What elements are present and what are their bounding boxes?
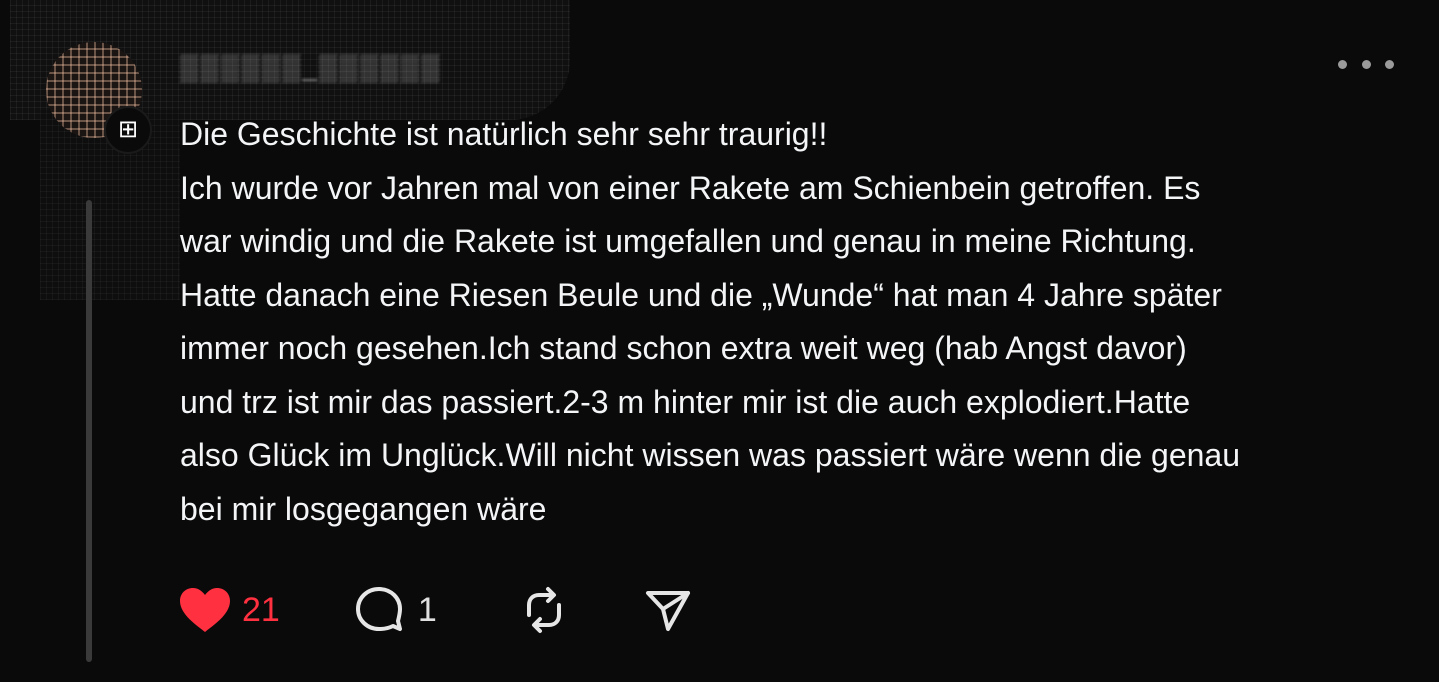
reply-button[interactable]: 1 bbox=[354, 585, 437, 635]
repost-button[interactable] bbox=[519, 585, 569, 635]
follow-plus-icon[interactable]: ⊞ bbox=[104, 106, 152, 154]
reply-count: 1 bbox=[417, 590, 437, 629]
comment-bubble-icon bbox=[354, 585, 404, 635]
share-button[interactable] bbox=[643, 585, 693, 635]
post-card: ⊞ ▒▒▒▒▒▒_▒▒▒▒▒▒ Die Geschichte ist natür… bbox=[0, 0, 1439, 682]
username[interactable]: ▒▒▒▒▒▒_▒▒▒▒▒▒ bbox=[180, 52, 442, 83]
heart-filled-icon bbox=[178, 586, 232, 634]
repost-icon bbox=[519, 585, 569, 635]
post-body-text: Die Geschichte ist natürlich sehr sehr t… bbox=[180, 116, 1240, 527]
like-button[interactable]: 21 bbox=[178, 586, 280, 634]
more-options-button[interactable] bbox=[1338, 48, 1394, 80]
like-count: 21 bbox=[242, 590, 280, 629]
send-icon bbox=[643, 585, 693, 635]
thread-line bbox=[86, 200, 92, 662]
post-actions-bar: 21 1 bbox=[178, 580, 693, 640]
more-horizontal-icon bbox=[1338, 59, 1347, 69]
